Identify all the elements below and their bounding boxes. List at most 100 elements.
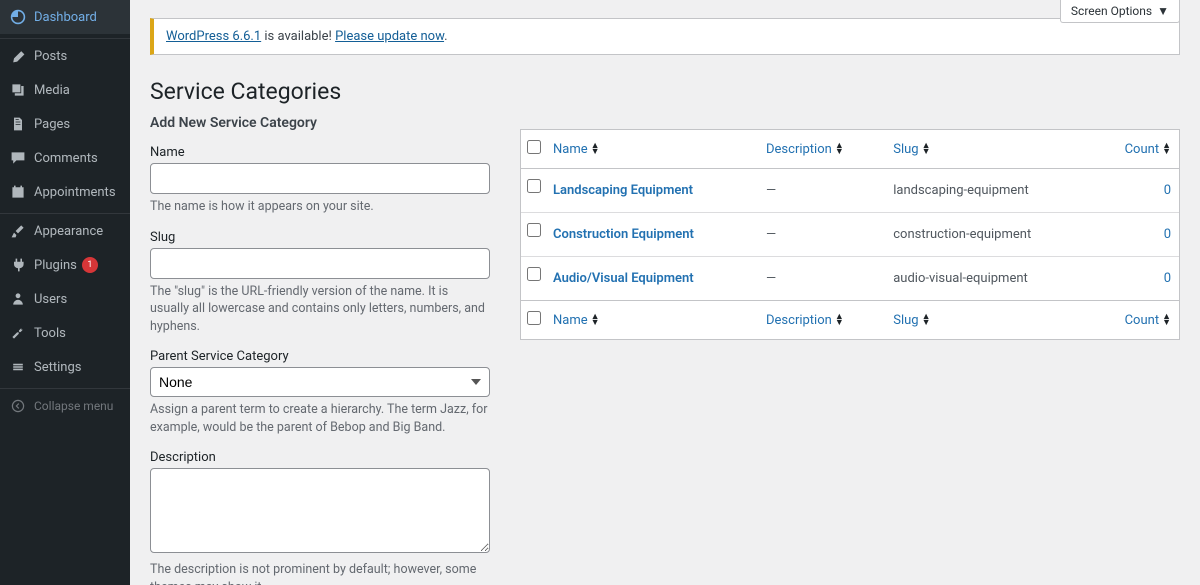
select-all-checkbox-bottom[interactable] xyxy=(527,311,541,325)
sidebar-item-label: Settings xyxy=(34,360,81,375)
section-title: Add New Service Category xyxy=(150,115,490,131)
sidebar-item-label: Media xyxy=(34,83,70,98)
sidebar-item-label: Dashboard xyxy=(34,10,97,25)
row-description: — xyxy=(758,169,885,213)
sidebar-item-pages[interactable]: Pages xyxy=(0,107,130,141)
sidebar-item-media[interactable]: Media xyxy=(0,73,130,107)
sidebar-item-label: Pages xyxy=(34,117,70,132)
row-name-link[interactable]: Construction Equipment xyxy=(553,227,694,242)
row-checkbox[interactable] xyxy=(527,267,541,281)
parent-label: Parent Service Category xyxy=(150,349,490,364)
sidebar-item-posts[interactable]: Posts xyxy=(0,39,130,73)
column-footer-count[interactable]: Count▲▼ xyxy=(1094,300,1179,339)
name-label: Name xyxy=(150,145,490,160)
table-row: Construction Equipment — construction-eq… xyxy=(521,213,1179,257)
column-footer-name[interactable]: Name▲▼ xyxy=(545,300,758,339)
row-description: — xyxy=(758,257,885,300)
slug-input[interactable] xyxy=(150,248,490,279)
sidebar-item-label: Collapse menu xyxy=(34,399,113,413)
row-name-link[interactable]: Audio/Visual Equipment xyxy=(553,271,694,286)
sort-icon: ▲▼ xyxy=(922,314,931,326)
update-now-link[interactable]: Please update now xyxy=(335,29,444,44)
sidebar-collapse-menu[interactable]: Collapse menu xyxy=(0,389,130,423)
row-name-link[interactable]: Landscaping Equipment xyxy=(553,183,693,198)
pin-icon xyxy=(8,46,28,66)
sidebar-item-appointments[interactable]: Appointments xyxy=(0,175,130,209)
name-help: The name is how it appears on your site. xyxy=(150,198,490,216)
page-icon xyxy=(8,114,28,134)
collapse-icon xyxy=(8,396,28,416)
row-count-link[interactable]: 0 xyxy=(1164,271,1171,286)
sidebar-item-dashboard[interactable]: Dashboard xyxy=(0,0,130,34)
chevron-down-icon: ▼ xyxy=(1157,4,1169,18)
category-table-wrap: Name▲▼ Description▲▼ Slug▲▼ Count▲▼ Land… xyxy=(520,115,1180,585)
sidebar-item-appearance[interactable]: Appearance xyxy=(0,214,130,248)
sidebar-item-tools[interactable]: Tools xyxy=(0,316,130,350)
sort-icon: ▲▼ xyxy=(591,143,600,155)
sidebar-item-label: Comments xyxy=(34,151,98,166)
sidebar-item-label: Posts xyxy=(34,49,67,64)
column-header-description[interactable]: Description▲▼ xyxy=(758,130,885,169)
parent-select[interactable]: None xyxy=(150,367,490,397)
tool-icon xyxy=(8,323,28,343)
wordpress-version-link[interactable]: WordPress 6.6.1 xyxy=(166,29,261,44)
sidebar-item-label: Plugins xyxy=(34,258,77,273)
sidebar-item-label: Tools xyxy=(34,326,66,341)
sort-icon: ▲▼ xyxy=(835,314,844,326)
admin-sidebar: Dashboard Posts Media Pages Comments App… xyxy=(0,0,130,585)
slug-label: Slug xyxy=(150,230,490,245)
notice-text: is available! xyxy=(261,29,335,44)
calendar-icon xyxy=(8,182,28,202)
dashboard-icon xyxy=(8,7,28,27)
sidebar-item-settings[interactable]: Settings xyxy=(0,350,130,384)
add-form: Add New Service Category Name The name i… xyxy=(150,115,490,585)
description-label: Description xyxy=(150,450,490,465)
sidebar-item-comments[interactable]: Comments xyxy=(0,141,130,175)
sort-icon: ▲▼ xyxy=(835,143,844,155)
sort-icon: ▲▼ xyxy=(1162,143,1171,155)
media-icon xyxy=(8,80,28,100)
row-count-link[interactable]: 0 xyxy=(1164,227,1171,242)
sidebar-item-users[interactable]: Users xyxy=(0,282,130,316)
user-icon xyxy=(8,289,28,309)
screen-options-label: Screen Options xyxy=(1071,4,1152,18)
settings-icon xyxy=(8,357,28,377)
comment-icon xyxy=(8,148,28,168)
row-slug: landscaping-equipment xyxy=(885,169,1094,213)
sidebar-item-label: Appearance xyxy=(34,224,103,239)
row-count-link[interactable]: 0 xyxy=(1164,183,1171,198)
parent-help: Assign a parent term to create a hierarc… xyxy=(150,401,490,436)
main-content: Screen Options ▼ WordPress 6.6.1 is avai… xyxy=(130,0,1200,585)
screen-options-button[interactable]: Screen Options ▼ xyxy=(1060,0,1180,23)
row-checkbox[interactable] xyxy=(527,179,541,193)
slug-help: The "slug" is the URL-friendly version o… xyxy=(150,283,490,336)
page-title: Service Categories xyxy=(150,73,1180,105)
column-header-name[interactable]: Name▲▼ xyxy=(545,130,758,169)
name-input[interactable] xyxy=(150,163,490,194)
column-footer-description[interactable]: Description▲▼ xyxy=(758,300,885,339)
row-description: — xyxy=(758,213,885,257)
row-slug: audio-visual-equipment xyxy=(885,257,1094,300)
plugin-update-badge: 1 xyxy=(82,257,98,273)
row-checkbox[interactable] xyxy=(527,223,541,237)
notice-end: . xyxy=(444,29,447,44)
sidebar-item-plugins[interactable]: Plugins 1 xyxy=(0,248,130,282)
description-input[interactable] xyxy=(150,468,490,553)
sidebar-item-label: Users xyxy=(34,292,67,307)
column-header-slug[interactable]: Slug▲▼ xyxy=(885,130,1094,169)
sort-icon: ▲▼ xyxy=(1162,314,1171,326)
category-table: Name▲▼ Description▲▼ Slug▲▼ Count▲▼ Land… xyxy=(520,129,1180,340)
sidebar-item-label: Appointments xyxy=(34,185,116,200)
table-row: Audio/Visual Equipment — audio-visual-eq… xyxy=(521,257,1179,300)
brush-icon xyxy=(8,221,28,241)
select-all-checkbox-top[interactable] xyxy=(527,140,541,154)
column-footer-slug[interactable]: Slug▲▼ xyxy=(885,300,1094,339)
column-header-count[interactable]: Count▲▼ xyxy=(1094,130,1179,169)
row-slug: construction-equipment xyxy=(885,213,1094,257)
plugin-icon xyxy=(8,255,28,275)
sort-icon: ▲▼ xyxy=(591,314,600,326)
description-help: The description is not prominent by defa… xyxy=(150,561,490,585)
update-notice: WordPress 6.6.1 is available! Please upd… xyxy=(150,18,1180,55)
sort-icon: ▲▼ xyxy=(922,143,931,155)
table-row: Landscaping Equipment — landscaping-equi… xyxy=(521,169,1179,213)
